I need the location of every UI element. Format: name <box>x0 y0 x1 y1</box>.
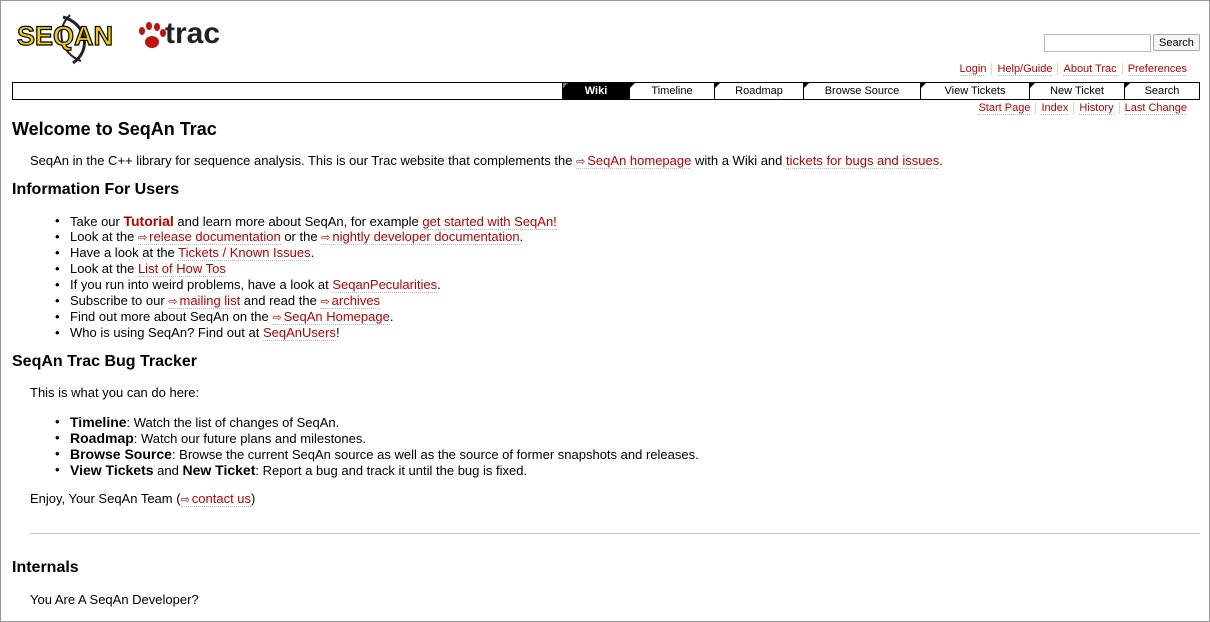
tutorial-link[interactable]: Tutorial <box>123 213 173 229</box>
list-item: Roadmap: Watch our future plans and mile… <box>52 430 699 446</box>
tab-browse-source[interactable]: Browse Source <box>803 83 920 99</box>
divider <box>30 533 1200 534</box>
tab-view-tickets[interactable]: View Tickets <box>920 83 1029 99</box>
list-item: Subscribe to our mailing list and read t… <box>52 293 557 309</box>
meta-navigation: Login Help/Guide About Trac Preferences <box>955 63 1192 76</box>
list-item: Look at the release documentation or the… <box>52 229 557 245</box>
tickets-link[interactable]: tickets for bugs and issues <box>786 153 940 169</box>
index-link[interactable]: Index <box>1041 102 1069 115</box>
list-item: View Tickets and New Ticket: Report a bu… <box>52 462 699 478</box>
contact-us-link[interactable]: contact us <box>180 491 252 507</box>
intro-paragraph: SeqAn in the C++ library for sequence an… <box>30 153 943 169</box>
users-heading: Information For Users <box>12 181 180 198</box>
archives-link[interactable]: archives <box>320 293 381 309</box>
pecularities-link[interactable]: SeqanPecularities <box>332 277 438 293</box>
seqan-homepage-link[interactable]: SeqAn homepage <box>576 153 692 169</box>
list-item: Timeline: Watch the list of changes of S… <box>52 414 699 430</box>
tab-roadmap[interactable]: Roadmap <box>714 83 803 99</box>
tracker-heading: SeqAn Trac Bug Tracker <box>12 353 197 370</box>
tracker-intro: This is what you can do here: <box>30 385 200 400</box>
help-guide-link[interactable]: Help/Guide <box>997 63 1053 76</box>
list-item: If you run into weird problems, have a l… <box>52 277 557 293</box>
search-button[interactable]: Search <box>1153 34 1200 51</box>
nightly-docs-link[interactable]: nightly developer documentation <box>321 229 520 245</box>
internals-paragraph: You Are A SeqAn Developer? <box>30 592 199 607</box>
list-item: Take our Tutorial and learn more about S… <box>52 213 557 230</box>
list-item: Have a look at the Tickets / Known Issue… <box>52 245 557 261</box>
seqan-homepage-link-2[interactable]: SeqAn Homepage <box>272 309 390 325</box>
list-item: Who is using SeqAn? Find out at SeqAnUse… <box>52 325 557 341</box>
main-navigation: Wiki Timeline Roadmap Browse Source View… <box>12 82 1200 100</box>
last-change-link[interactable]: Last Change <box>1124 102 1187 115</box>
tracker-list: Timeline: Watch the list of changes of S… <box>52 414 699 478</box>
history-link[interactable]: History <box>1079 102 1114 115</box>
mailing-list-link[interactable]: mailing list <box>168 293 241 309</box>
known-issues-link[interactable]: Tickets / Known Issues <box>178 245 311 261</box>
start-page-link[interactable]: Start Page <box>978 102 1031 115</box>
tab-search[interactable]: Search <box>1124 83 1199 99</box>
list-item: Find out more about SeqAn on the SeqAn H… <box>52 309 557 325</box>
how-tos-link[interactable]: List of How Tos <box>137 261 226 277</box>
list-item: Browse Source: Browse the current SeqAn … <box>52 446 699 462</box>
enjoy-paragraph: Enjoy, Your SeqAn Team (contact us) <box>30 491 255 507</box>
internals-heading: Internals <box>12 559 79 576</box>
release-docs-link[interactable]: release documentation <box>137 229 281 245</box>
login-link[interactable]: Login <box>959 63 987 76</box>
context-navigation: Start Page Index History Last Change <box>973 102 1192 115</box>
about-trac-link[interactable]: About Trac <box>1063 63 1117 76</box>
tab-timeline[interactable]: Timeline <box>629 83 714 99</box>
logo-seqan-text: SEQAN <box>17 21 113 51</box>
preferences-link[interactable]: Preferences <box>1127 63 1187 76</box>
tab-new-ticket[interactable]: New Ticket <box>1029 83 1124 99</box>
logo-trac-text: trac <box>165 17 220 50</box>
seqan-trac-logo[interactable]: SEQAN trac <box>15 9 230 67</box>
seqan-users-link[interactable]: SeqAnUsers <box>262 325 336 341</box>
get-started-link[interactable]: get started with SeqAn! <box>422 214 557 230</box>
users-list: Take our Tutorial and learn more about S… <box>52 213 557 341</box>
paw-icon <box>139 22 166 48</box>
search-input[interactable] <box>1044 34 1151 52</box>
list-item: Look at the List of How Tos <box>52 261 557 277</box>
tab-wiki[interactable]: Wiki <box>562 83 629 99</box>
page-title: Welcome to SeqAn Trac <box>12 119 217 139</box>
